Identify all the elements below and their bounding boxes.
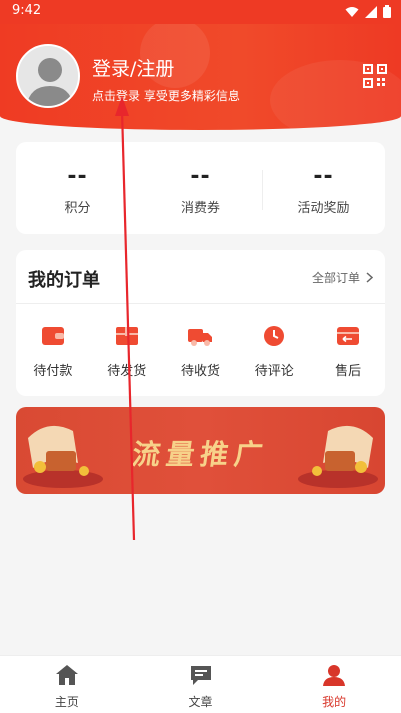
truck-icon bbox=[188, 329, 213, 346]
bottom-tab-bar: 主页 文章 我的 bbox=[0, 655, 401, 713]
signal-icon bbox=[365, 5, 377, 18]
tab-mine[interactable]: 我的 bbox=[267, 656, 401, 713]
stat-coupons[interactable]: -- 消费券 bbox=[139, 142, 262, 234]
orders-header: 我的订单 全部订单 bbox=[16, 250, 385, 304]
login-subtitle: 点击登录 享受更多精彩信息 bbox=[92, 89, 240, 103]
login-register-link[interactable]: 登录/注册 bbox=[92, 54, 174, 81]
stat-value: -- bbox=[313, 164, 334, 189]
order-item-label: 售后 bbox=[335, 364, 362, 379]
tab-home[interactable]: 主页 bbox=[0, 656, 134, 713]
all-orders-label: 全部订单 bbox=[311, 271, 360, 285]
order-item-label: 待收货 bbox=[180, 364, 220, 379]
tab-label: 文章 bbox=[188, 695, 213, 709]
article-icon bbox=[190, 666, 211, 685]
tab-label: 我的 bbox=[322, 695, 347, 709]
banner-title: 流量推广 bbox=[129, 438, 271, 471]
stat-label: 活动奖励 bbox=[297, 201, 350, 216]
order-item-label: 待评论 bbox=[254, 364, 294, 379]
clock-icon bbox=[264, 326, 285, 346]
stat-label: 消费券 bbox=[180, 201, 220, 216]
return-icon bbox=[337, 327, 360, 345]
stat-value: -- bbox=[190, 164, 211, 189]
stat-rewards[interactable]: -- 活动奖励 bbox=[262, 142, 385, 234]
avatar[interactable] bbox=[16, 44, 80, 108]
order-pending-shipment[interactable]: 待发货 bbox=[90, 304, 164, 396]
home-icon bbox=[55, 665, 78, 685]
orders-title: 我的订单 bbox=[28, 270, 100, 291]
battery-icon bbox=[383, 5, 391, 18]
qr-code-icon[interactable] bbox=[363, 64, 387, 88]
tab-articles[interactable]: 文章 bbox=[134, 656, 268, 713]
order-status-row: 待付款 待发货 待收货 待评论 售后 bbox=[16, 304, 385, 396]
status-time: 9:42 bbox=[12, 3, 42, 18]
profile-icon bbox=[323, 665, 346, 686]
stat-label: 积分 bbox=[64, 201, 91, 216]
stat-points[interactable]: -- 积分 bbox=[16, 142, 139, 234]
my-orders-card: 我的订单 全部订单 待付款 待发货 待收货 待评论 售后 bbox=[16, 250, 385, 396]
tab-label: 主页 bbox=[54, 695, 79, 709]
stats-card: -- 积分 -- 消费券 -- 活动奖励 bbox=[16, 142, 385, 234]
traffic-promotion-banner[interactable]: 流量推广 bbox=[16, 407, 385, 494]
status-bar: 9:42 bbox=[0, 0, 401, 24]
chevron-right-icon bbox=[366, 272, 373, 283]
package-icon bbox=[115, 327, 138, 345]
wifi-icon bbox=[345, 6, 359, 17]
stat-value: -- bbox=[67, 164, 88, 189]
order-item-label: 待付款 bbox=[33, 364, 73, 379]
order-item-label: 待发货 bbox=[107, 364, 147, 379]
wallet-icon bbox=[41, 327, 64, 345]
order-pending-payment[interactable]: 待付款 bbox=[16, 304, 90, 396]
all-orders-link[interactable]: 全部订单 bbox=[312, 269, 373, 286]
order-after-sales[interactable]: 售后 bbox=[311, 304, 385, 396]
order-pending-review[interactable]: 待评论 bbox=[237, 304, 311, 396]
order-pending-receipt[interactable]: 待收货 bbox=[164, 304, 238, 396]
